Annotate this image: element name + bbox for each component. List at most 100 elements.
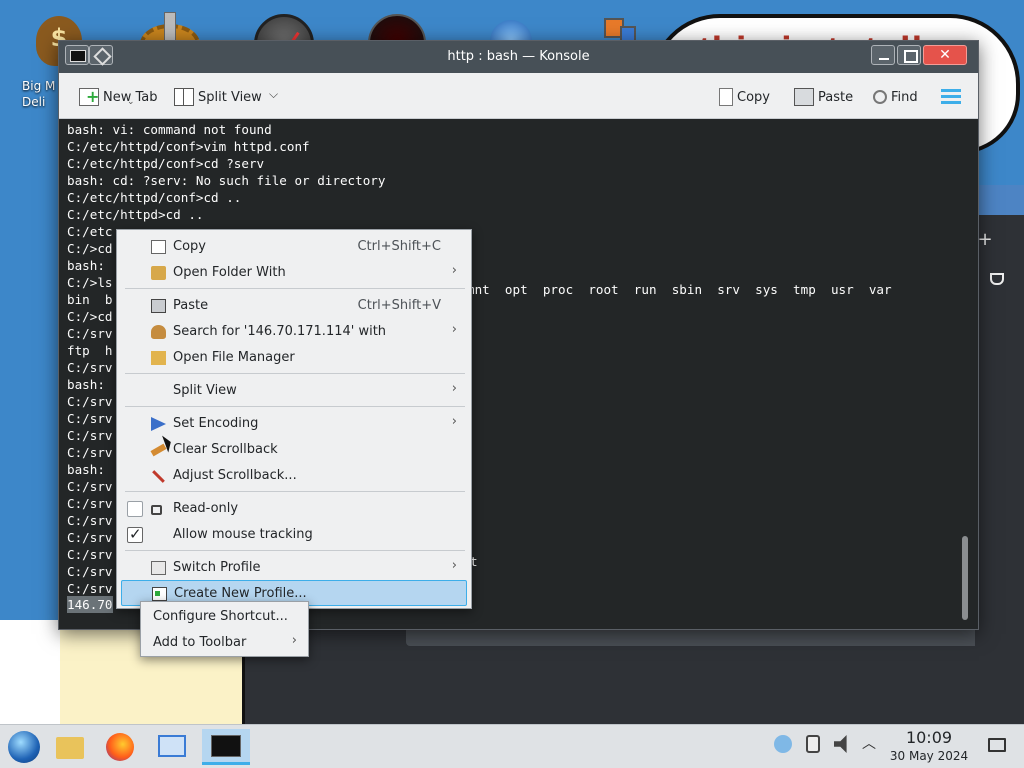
terminal-line: C:/etc/httpd/conf>cd ?serv (67, 156, 265, 171)
menu-item-copy[interactable]: Copy Ctrl+Shift+C (121, 234, 467, 260)
copy-button[interactable]: Copy (719, 85, 770, 109)
terminal-line: C:/etc (67, 224, 113, 239)
menu-separator (125, 550, 465, 551)
lock-icon (151, 505, 162, 515)
minimize-button[interactable] (871, 45, 895, 65)
show-desktop-icon (988, 738, 1006, 752)
hamburger-menu-icon[interactable] (941, 89, 961, 105)
terminal-line: C:/>cd (67, 309, 113, 324)
chevron-right-icon: › (451, 414, 457, 429)
chevron-right-icon: › (451, 322, 457, 337)
menu-item-read-only[interactable]: Read-only (121, 496, 467, 522)
context-menu: Copy Ctrl+Shift+C Open Folder With › Pas… (116, 229, 472, 609)
search-icon (873, 90, 887, 104)
terminal-line: C:/etc/httpd/conf>vim httpd.conf (67, 139, 310, 154)
background-window-strip (975, 185, 1024, 215)
menu-item-search-for[interactable]: Search for '146.70.171.114' with › (121, 319, 467, 345)
terminal-line: ftp h (67, 343, 113, 358)
search-provider-icon (151, 325, 166, 339)
taskbar-konsole[interactable] (202, 729, 250, 765)
start-menu-button[interactable] (4, 729, 44, 765)
close-button[interactable] (923, 45, 967, 65)
terminal-line: C:/srv (67, 547, 113, 562)
new-tab-button[interactable]: New Tab (79, 85, 158, 109)
terminal-line: C:/srv (67, 394, 113, 409)
taskbar-remote-desktop[interactable] (152, 729, 192, 765)
taskbar-file-manager[interactable] (50, 729, 90, 765)
terminal-line: bin b (67, 292, 113, 307)
terminal-line: C:/srv (67, 513, 113, 528)
chevron-right-icon: › (291, 633, 297, 648)
read-only-checkbox[interactable] (127, 501, 143, 517)
paste-icon (794, 88, 814, 106)
terminal-line: C:/srv (67, 445, 113, 460)
show-desktop-button[interactable] (988, 738, 1006, 762)
encoding-icon (151, 417, 166, 431)
broom-icon (150, 443, 167, 457)
new-tab-icon (79, 87, 99, 106)
maximize-button[interactable] (897, 45, 921, 65)
menu-separator (125, 288, 465, 289)
menu-item-paste[interactable]: Paste Ctrl+Shift+V (121, 293, 467, 319)
menu-item-allow-mouse-tracking[interactable]: Allow mouse tracking (121, 522, 467, 548)
remote-desktop-icon (158, 735, 186, 757)
new-tab-dropdown-icon[interactable]: ⌄ (127, 97, 135, 107)
bird-icon (774, 735, 792, 753)
find-button[interactable]: Find (873, 85, 918, 109)
terminal-line: C:/srv (67, 360, 113, 375)
terminal-line: C:/srv (67, 428, 113, 443)
menu-item-open-file-manager[interactable]: Open File Manager (121, 345, 467, 371)
split-view-button[interactable]: Split View (174, 85, 262, 109)
terminal-line: C:/srv (67, 564, 113, 579)
terminal-line: C:/srv (67, 496, 113, 511)
scrollbar-thumb[interactable] (962, 536, 968, 620)
terminal-prompt-selected: 146.70 (67, 596, 113, 613)
volume-muted-icon (834, 735, 847, 753)
start-orb-icon (8, 731, 40, 763)
menu-separator (125, 406, 465, 407)
taskbar-firefox[interactable] (100, 729, 140, 765)
terminal-line: C:/srv (67, 411, 113, 426)
terminal-line: bash: vi: command not found (67, 122, 272, 137)
main-toolbar: New Tab ⌄ Split View ⌵ Copy Paste Find (59, 73, 978, 119)
tray-clipboard[interactable] (806, 735, 820, 759)
terminal-line: bash: (67, 462, 105, 477)
menu-item-open-folder-with[interactable]: Open Folder With › (121, 260, 467, 286)
chevron-right-icon: › (451, 558, 457, 573)
paste-icon (151, 299, 166, 313)
tools-icon (152, 470, 165, 483)
menu-separator (125, 491, 465, 492)
tray-expand-icon[interactable]: ︿ (862, 733, 876, 757)
chevron-down-icon[interactable]: ⌵ (269, 87, 278, 102)
terminal-line: bash: (67, 258, 105, 273)
file-manager-icon (151, 351, 166, 365)
chevron-right-icon: › (451, 263, 457, 278)
terminal-line: C:/srv (67, 326, 113, 341)
copy-icon (719, 88, 733, 106)
menu-separator (125, 373, 465, 374)
submenu-item-configure-shortcut[interactable]: Configure Shortcut... (145, 605, 305, 629)
menu-item-adjust-scrollback[interactable]: Adjust Scrollback... (121, 463, 467, 489)
paste-button[interactable]: Paste (794, 85, 853, 109)
terminal-line: C:/>cd (67, 241, 113, 256)
terminal-line: bash: cd: ?serv: No such file or directo… (67, 173, 386, 188)
folder-icon (151, 266, 166, 280)
menu-item-switch-profile[interactable]: Switch Profile › (121, 555, 467, 581)
firefox-icon (106, 733, 134, 761)
pocket-icon[interactable] (990, 273, 1004, 285)
tray-volume[interactable] (834, 735, 852, 759)
clipboard-icon (806, 735, 820, 753)
chevron-right-icon: › (451, 381, 457, 396)
digital-clock[interactable]: 10:09 30 May 2024 (888, 728, 970, 764)
menu-item-set-encoding[interactable]: Set Encoding › (121, 411, 467, 437)
terminal-line: bash: (67, 377, 105, 392)
terminal-line: C:/>ls (67, 275, 113, 290)
menu-item-split-view[interactable]: Split View › (121, 378, 467, 404)
submenu-item-add-to-toolbar[interactable]: Add to Toolbar › (145, 631, 305, 655)
tray-notifications[interactable] (774, 735, 792, 759)
title-bar[interactable]: http : bash — Konsole (59, 41, 978, 73)
window-title: http : bash — Konsole (447, 49, 590, 64)
terminal-line: C:/etc/httpd/conf>cd .. (67, 190, 242, 205)
terminal-ls-output: mnt opt proc root run sbin srv sys tmp u… (467, 282, 892, 297)
mouse-tracking-checkbox[interactable] (127, 525, 143, 543)
